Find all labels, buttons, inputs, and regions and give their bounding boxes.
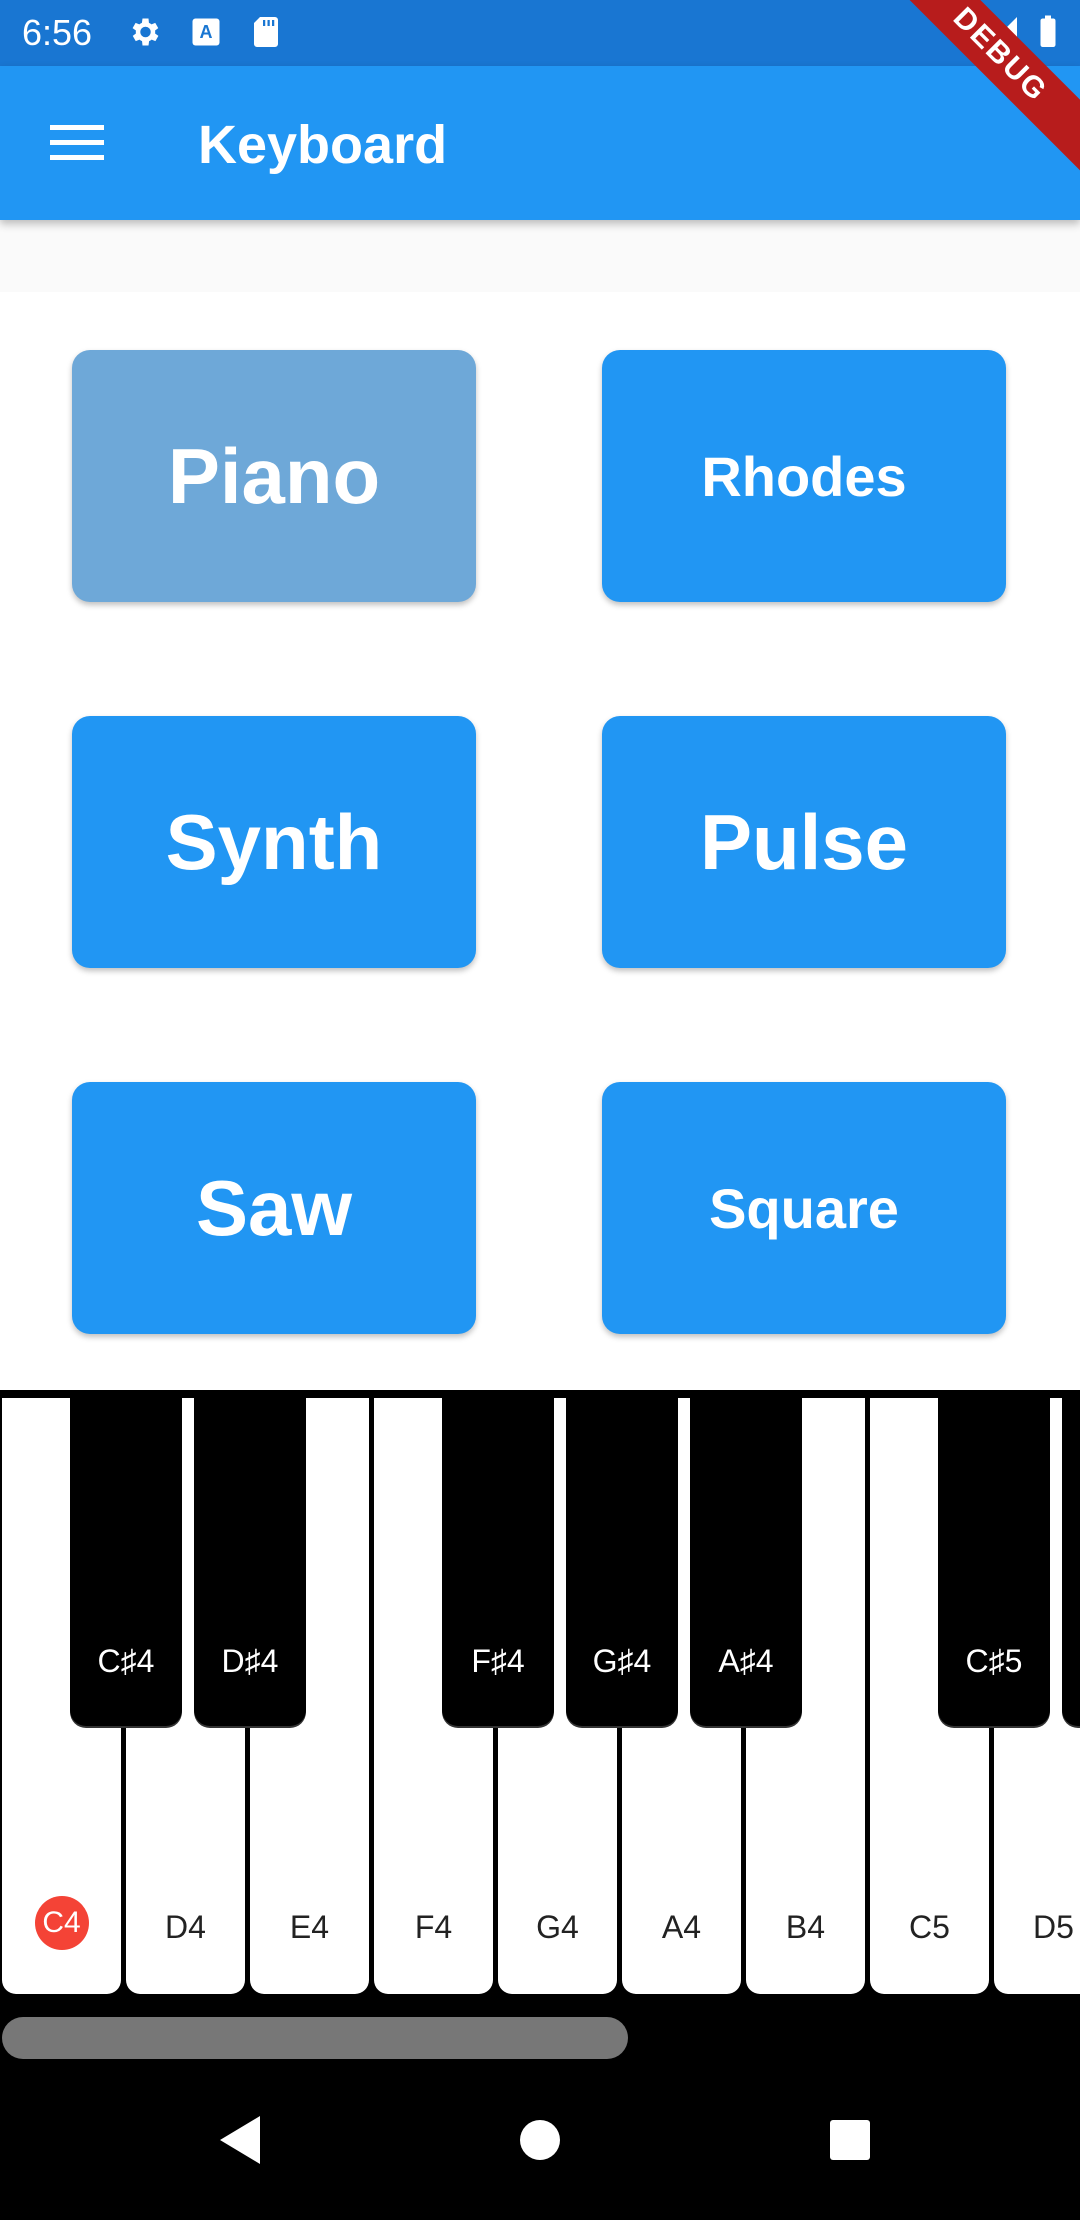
back-icon[interactable]	[200, 2100, 280, 2180]
gear-icon	[126, 14, 162, 50]
black-key-fsharp4[interactable]: F♯4	[442, 1398, 554, 1726]
piano-keyboard: C4 D4 E4 F4 G4 A4 B4 C5 D5 C♯4 D♯4 F♯4 G…	[0, 1390, 1080, 1995]
key-label: C4	[34, 1896, 89, 1950]
pulse-button[interactable]: Pulse	[602, 716, 1006, 968]
key-label: D♯4	[221, 1643, 279, 1679]
key-label: B4	[785, 1909, 826, 1945]
sd-card-icon	[248, 14, 284, 50]
keyboard-scroll-track	[0, 1995, 1080, 2060]
synth-button[interactable]: Synth	[72, 716, 476, 968]
battery-icon	[1030, 14, 1066, 50]
key-label: D5	[1033, 1909, 1074, 1945]
app-bar: Keyboard	[0, 66, 1080, 220]
piano-button[interactable]: Piano	[72, 350, 476, 602]
key-label: A4	[661, 1909, 702, 1945]
black-key-dsharp4[interactable]: D♯4	[194, 1398, 306, 1726]
recents-icon[interactable]	[810, 2100, 890, 2180]
black-key-csharp5[interactable]: C♯5	[938, 1398, 1050, 1726]
status-time: 6:56	[22, 12, 93, 53]
black-key-dsharp5[interactable]	[1062, 1398, 1080, 1726]
page-title: Keyboard	[198, 115, 448, 175]
keyboard-a-icon: A	[188, 14, 224, 50]
key-label: F4	[414, 1909, 453, 1945]
home-icon[interactable]	[500, 2100, 580, 2180]
key-label: C♯4	[97, 1643, 155, 1679]
keyboard-scrollbar[interactable]	[2, 2017, 628, 2059]
key-label: F♯4	[471, 1643, 525, 1679]
rhodes-button[interactable]: Rhodes	[602, 350, 1006, 602]
black-key-gsharp4[interactable]: G♯4	[566, 1398, 678, 1726]
saw-button[interactable]: Saw	[72, 1082, 476, 1334]
instrument-grid: Piano Rhodes Synth Pulse Saw Square	[0, 292, 1080, 1390]
key-label: D4	[165, 1909, 206, 1945]
key-label: C5	[909, 1909, 950, 1945]
key-label: E4	[289, 1909, 330, 1945]
key-label: G♯4	[592, 1643, 652, 1679]
hamburger-menu-icon[interactable]	[40, 112, 114, 174]
system-nav-bar	[0, 2060, 1080, 2220]
black-key-asharp4[interactable]: A♯4	[690, 1398, 802, 1726]
black-key-csharp4[interactable]: C♯4	[70, 1398, 182, 1726]
square-button[interactable]: Square	[602, 1082, 1006, 1334]
key-label: G4	[536, 1909, 579, 1945]
svg-text:A: A	[200, 22, 213, 42]
status-bar: 6:56 A	[0, 0, 1080, 66]
key-label: A♯4	[718, 1643, 774, 1679]
key-label: C♯5	[965, 1643, 1023, 1679]
